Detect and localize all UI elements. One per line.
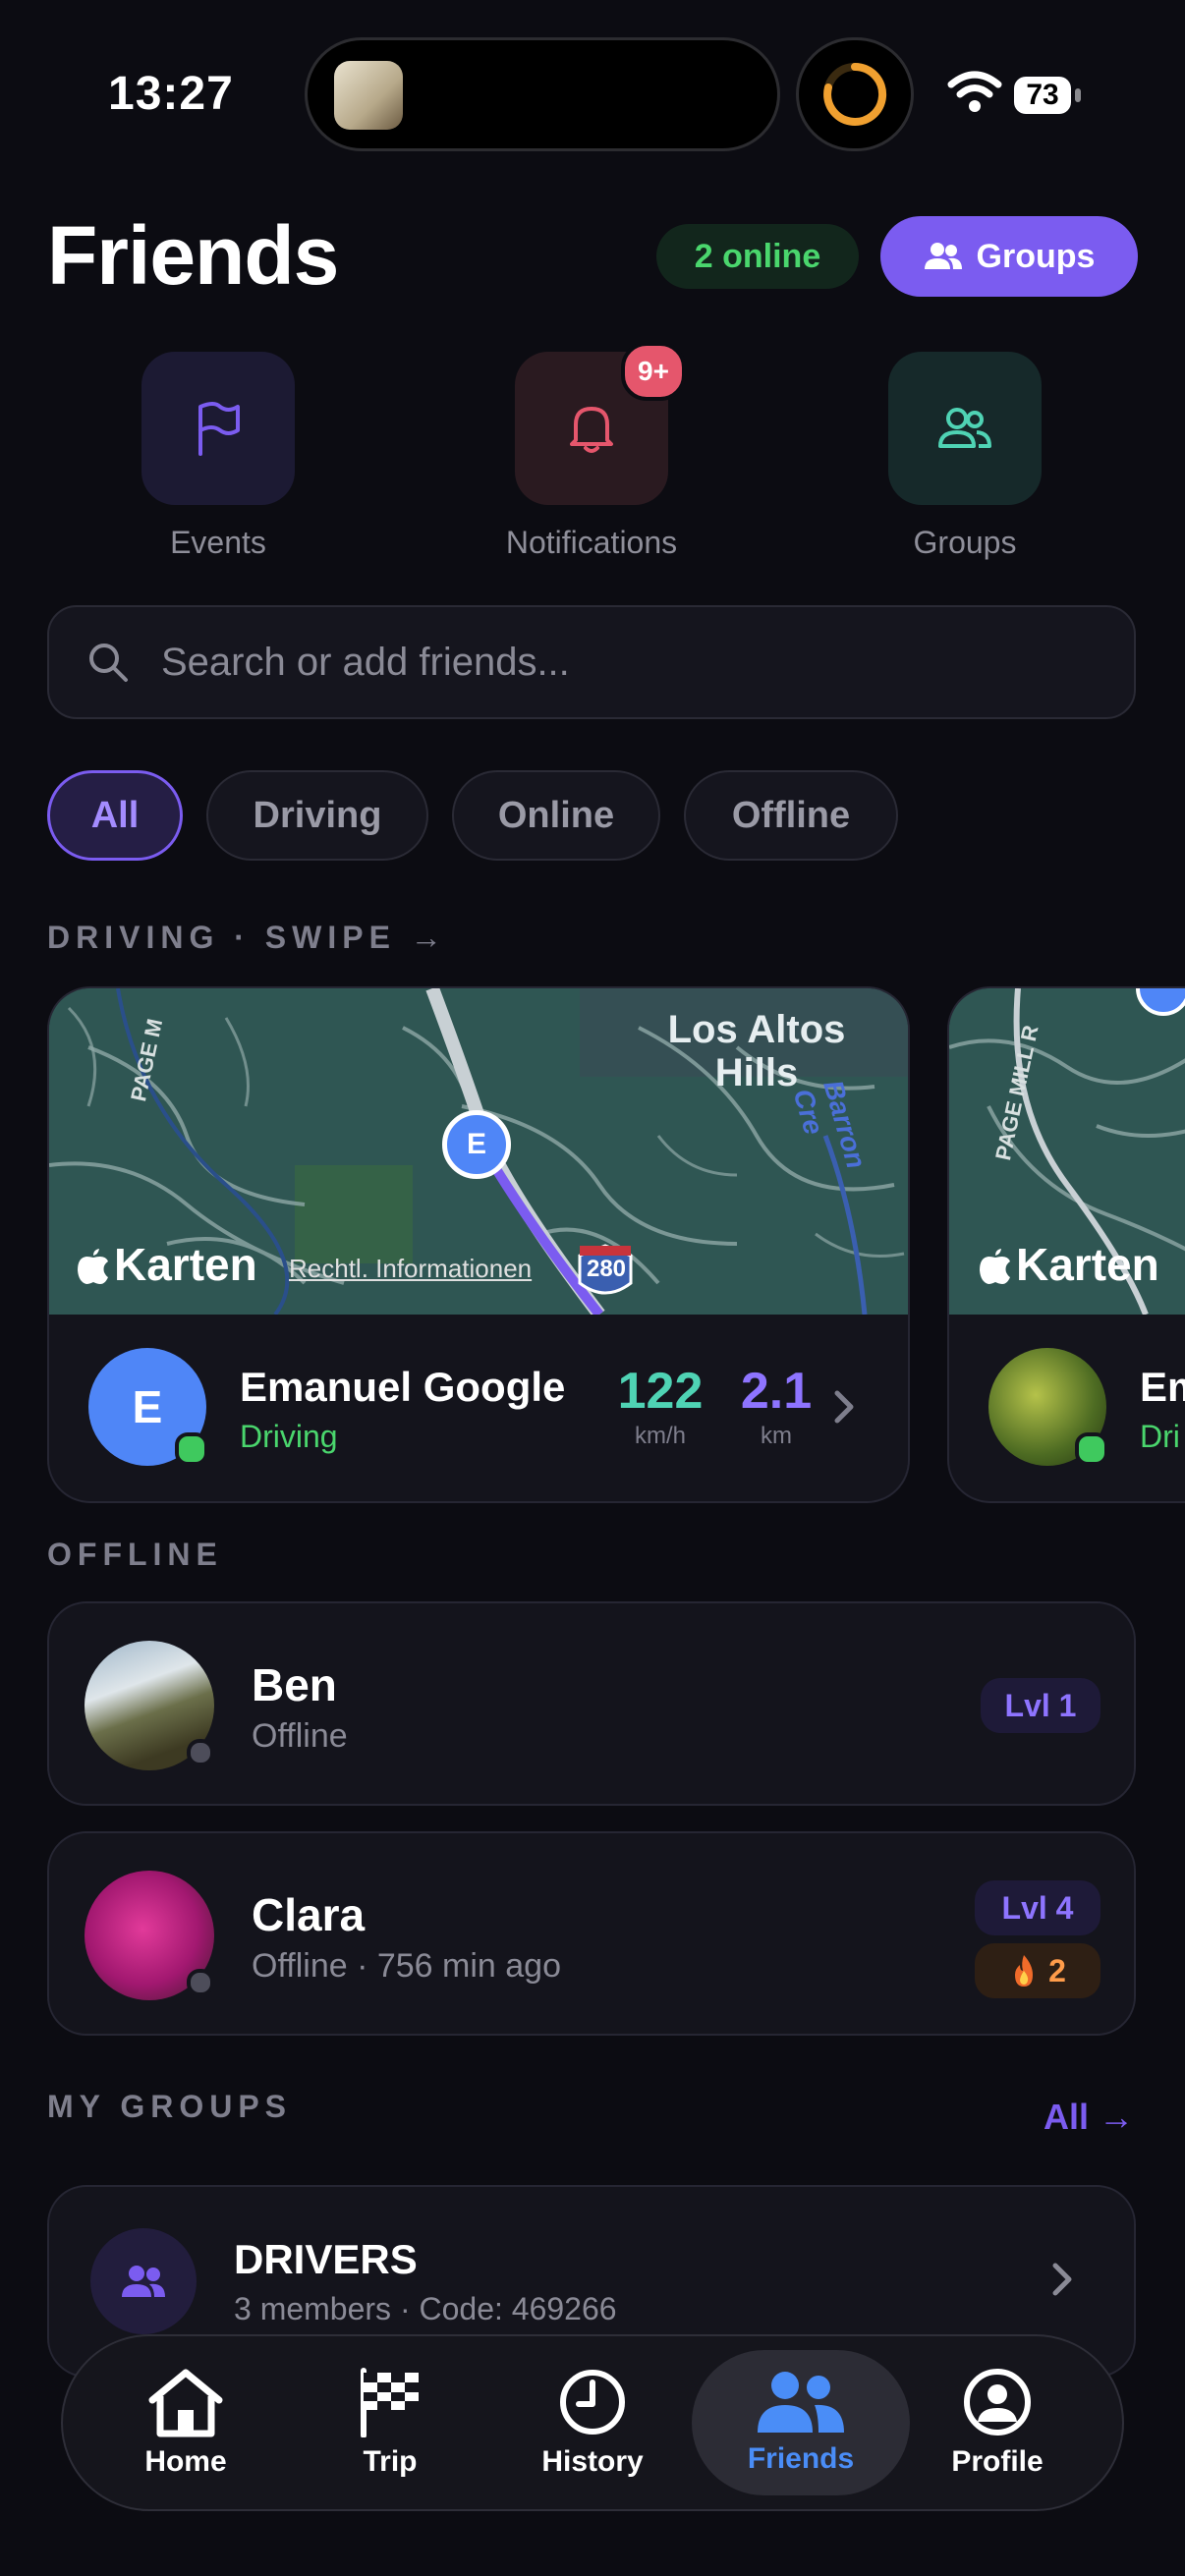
maps-brand-label: Karten [1016, 1239, 1159, 1290]
friend-row[interactable]: Clara Offline · 756 min ago Lvl 4 2 [47, 1831, 1136, 2036]
tab-friends-label: Friends [747, 2442, 855, 2475]
bell-icon [570, 407, 613, 453]
notifications-count-badge: 9+ [621, 342, 686, 401]
activity-ring-icon [823, 62, 887, 126]
distance-value: 2.1 [740, 1363, 813, 1420]
wifi-icon [947, 71, 1002, 112]
search-bar[interactable] [47, 605, 1136, 719]
notifications-action-label: Notifications [505, 525, 678, 560]
speed-unit: km/h [634, 1423, 686, 1449]
search-icon [89, 644, 128, 682]
groups-section-label: MY GROUPS [47, 2089, 292, 2124]
maps-attribution: Karten [979, 1238, 1159, 1291]
now-playing-artwork [334, 61, 403, 130]
battery-tip [1075, 88, 1081, 102]
offline-section-label: OFFLINE [47, 1537, 223, 1572]
friend-name: Emanuel Google [240, 1364, 566, 1410]
tab-trip-label: Trip [363, 2445, 418, 2478]
status-time: 13:27 [108, 68, 234, 120]
friends-icon [758, 2372, 844, 2433]
speed-value: 122 [617, 1363, 704, 1420]
friend-status: Dri [1140, 1419, 1180, 1454]
people-icon [938, 408, 991, 448]
driving-friend-card[interactable]: Los Altos Hills PAGE M Barron Cre 280 E … [47, 986, 910, 1503]
streak-badge: 2 [975, 1943, 1100, 1998]
offline-status-dot [187, 1969, 214, 1996]
friend-location-map[interactable]: PAGE MILL R Karten [949, 988, 1185, 1315]
group-avatar [90, 2228, 197, 2334]
friend-map-marker[interactable]: E [442, 1110, 511, 1179]
offline-status-dot [187, 1739, 214, 1766]
friend-name: Clara [252, 1889, 366, 1940]
apple-logo-icon [980, 1249, 1010, 1284]
tab-profile[interactable]: Profile [894, 2350, 1100, 2495]
chevron-right-icon [834, 1390, 854, 1424]
search-input[interactable] [159, 639, 1047, 686]
groups-button[interactable]: Groups [880, 216, 1138, 297]
events-action-button[interactable] [141, 352, 295, 505]
friend-location-map[interactable]: Los Altos Hills PAGE M Barron Cre 280 E … [49, 988, 908, 1315]
group-name: DRIVERS [234, 2236, 418, 2282]
streak-count: 2 [1048, 1952, 1066, 1988]
online-count-badge: 2 online [656, 224, 859, 289]
level-badge: Lvl 4 [975, 1880, 1100, 1935]
chevron-right-icon [1052, 2263, 1072, 2296]
level-badge: Lvl 1 [981, 1678, 1100, 1733]
group-meta: 3 members · Code: 469266 [234, 2291, 617, 2326]
tab-friends[interactable]: Friends [692, 2350, 910, 2495]
page-title: Friends [47, 209, 339, 302]
tab-home[interactable]: Home [83, 2350, 289, 2495]
people-icon [924, 243, 962, 269]
maps-brand-label: Karten [114, 1239, 257, 1290]
profile-icon [964, 2369, 1031, 2436]
events-action-label: Events [170, 525, 266, 560]
friend-status: Offline [252, 1717, 348, 1755]
friend-name: Em [1140, 1364, 1185, 1410]
friend-status: Driving [240, 1419, 338, 1454]
filter-chip-all[interactable]: All [47, 770, 183, 861]
friend-row[interactable]: Ben Offline Lvl 1 [47, 1601, 1136, 1806]
tab-history[interactable]: History [489, 2350, 696, 2495]
tab-profile-label: Profile [951, 2445, 1044, 2478]
filter-chip-online[interactable]: Online [452, 770, 660, 861]
all-groups-link[interactable]: All → [1044, 2097, 1134, 2138]
online-status-dot [175, 1432, 208, 1466]
highway-shield-label: 280 [586, 1256, 627, 1282]
tab-history-label: History [541, 2445, 644, 2478]
people-icon [122, 2266, 165, 2297]
clock-icon [560, 2370, 625, 2435]
flag-icon [198, 402, 240, 456]
filter-chip-driving[interactable]: Driving [206, 770, 428, 861]
maps-attribution: Karten [77, 1238, 257, 1291]
activity-ring-pill [796, 37, 914, 151]
groups-button-label: Groups [976, 237, 1096, 275]
driving-section-label: DRIVING · SWIPE → [47, 920, 448, 955]
fire-icon [1015, 1955, 1034, 1987]
driving-friend-card[interactable]: PAGE MILL R Karten Em Dri [947, 986, 1185, 1503]
maps-legal-link[interactable]: Rechtl. Informationen [289, 1254, 532, 1284]
checkered-flag-icon [361, 2368, 419, 2437]
online-status-dot [1075, 1432, 1108, 1466]
home-icon [148, 2369, 223, 2437]
distance-unit: km [761, 1423, 792, 1449]
apple-logo-icon [78, 1249, 108, 1284]
friend-status: Offline · 756 min ago [252, 1947, 561, 1985]
friend-name: Ben [252, 1659, 337, 1710]
battery-level: 73 [1014, 77, 1071, 114]
tab-home-label: Home [144, 2445, 227, 2478]
filter-chip-offline[interactable]: Offline [684, 770, 898, 861]
tab-trip[interactable]: Trip [287, 2350, 493, 2495]
groups-action-button[interactable] [888, 352, 1042, 505]
groups-action-label: Groups [913, 525, 1017, 560]
